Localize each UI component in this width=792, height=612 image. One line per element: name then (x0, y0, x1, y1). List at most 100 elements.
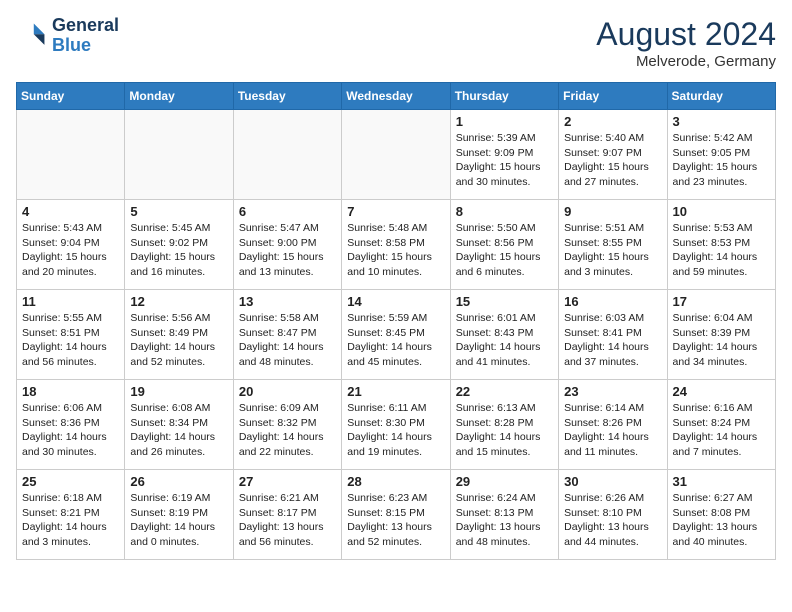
day-info: Sunrise: 6:19 AM Sunset: 8:19 PM Dayligh… (130, 491, 227, 550)
day-info: Sunrise: 5:55 AM Sunset: 8:51 PM Dayligh… (22, 311, 119, 370)
page-header: General Blue August 2024 Melverode, Germ… (16, 16, 776, 70)
day-number: 4 (22, 204, 119, 219)
weekday-header-wednesday: Wednesday (342, 83, 450, 110)
day-number: 3 (673, 114, 770, 129)
day-number: 12 (130, 294, 227, 309)
day-info: Sunrise: 5:43 AM Sunset: 9:04 PM Dayligh… (22, 221, 119, 280)
day-cell-25: 25Sunrise: 6:18 AM Sunset: 8:21 PM Dayli… (17, 470, 125, 560)
day-cell-24: 24Sunrise: 6:16 AM Sunset: 8:24 PM Dayli… (667, 380, 775, 470)
day-number: 25 (22, 474, 119, 489)
week-row-4: 18 Sunrise: 6:06 AM Sunset: 8:36 PM Dayli… (17, 380, 776, 470)
weekday-header-saturday: Saturday (667, 83, 775, 110)
day-number: 1 (456, 114, 553, 129)
day-cell-23: 23 Sunrise: 6:14 AM Sunset: 8:26 PM Dayli… (559, 380, 667, 470)
day-cell-8: 8 Sunrise: 5:50 AM Sunset: 8:56 PM Daylig… (450, 200, 558, 290)
day-info: Sunrise: 6:06 AM Sunset: 8:36 PM Dayligh… (22, 401, 119, 460)
day-info: Sunrise: 5:59 AM Sunset: 8:45 PM Dayligh… (347, 311, 444, 370)
day-number: 26 (130, 474, 227, 489)
day-info: Sunrise: 5:47 AM Sunset: 9:00 PM Dayligh… (239, 221, 336, 280)
day-number: 16 (564, 294, 661, 309)
week-row-3: 11Sunrise: 5:55 AM Sunset: 8:51 PM Dayli… (17, 290, 776, 380)
title-block: August 2024 Melverode, Germany (596, 16, 776, 70)
empty-cell (125, 110, 233, 200)
day-cell-28: 28 Sunrise: 6:23 AM Sunset: 8:15 PM Dayli… (342, 470, 450, 560)
day-number: 6 (239, 204, 336, 219)
day-cell-12: 12Sunrise: 5:56 AM Sunset: 8:49 PM Dayli… (125, 290, 233, 380)
day-cell-14: 14 Sunrise: 5:59 AM Sunset: 8:45 PM Dayli… (342, 290, 450, 380)
day-cell-6: 6 Sunrise: 5:47 AM Sunset: 9:00 PM Daylig… (233, 200, 341, 290)
location: Melverode, Germany (596, 53, 776, 70)
day-number: 21 (347, 384, 444, 399)
weekday-header-friday: Friday (559, 83, 667, 110)
day-number: 27 (239, 474, 336, 489)
day-info: Sunrise: 5:42 AM Sunset: 9:05 PM Dayligh… (673, 131, 770, 190)
day-cell-22: 22 Sunrise: 6:13 AM Sunset: 8:28 PM Dayli… (450, 380, 558, 470)
day-cell-1: 1 Sunrise: 5:39 AM Sunset: 9:09 PM Daylig… (450, 110, 558, 200)
day-info: Sunrise: 6:14 AM Sunset: 8:26 PM Dayligh… (564, 401, 661, 460)
day-cell-27: 27 Sunrise: 6:21 AM Sunset: 8:17 PM Dayli… (233, 470, 341, 560)
day-cell-7: 7 Sunrise: 5:48 AM Sunset: 8:58 PM Daylig… (342, 200, 450, 290)
weekday-header-monday: Monday (125, 83, 233, 110)
day-info: Sunrise: 6:11 AM Sunset: 8:30 PM Dayligh… (347, 401, 444, 460)
day-cell-29: 29Sunrise: 6:24 AM Sunset: 8:13 PM Dayli… (450, 470, 558, 560)
day-cell-30: 30Sunrise: 6:26 AM Sunset: 8:10 PM Dayli… (559, 470, 667, 560)
day-cell-19: 19Sunrise: 6:08 AM Sunset: 8:34 PM Dayli… (125, 380, 233, 470)
day-number: 31 (673, 474, 770, 489)
day-info: Sunrise: 6:09 AM Sunset: 8:32 PM Dayligh… (239, 401, 336, 460)
day-info: Sunrise: 6:23 AM Sunset: 8:15 PM Dayligh… (347, 491, 444, 550)
day-cell-4: 4 Sunrise: 5:43 AM Sunset: 9:04 PM Daylig… (17, 200, 125, 290)
day-info: Sunrise: 5:58 AM Sunset: 8:47 PM Dayligh… (239, 311, 336, 370)
empty-cell (233, 110, 341, 200)
day-info: Sunrise: 6:21 AM Sunset: 8:17 PM Dayligh… (239, 491, 336, 550)
empty-cell (17, 110, 125, 200)
logo-icon (16, 20, 48, 52)
day-cell-9: 9Sunrise: 5:51 AM Sunset: 8:55 PM Daylig… (559, 200, 667, 290)
empty-cell (342, 110, 450, 200)
day-info: Sunrise: 6:04 AM Sunset: 8:39 PM Dayligh… (673, 311, 770, 370)
day-number: 10 (673, 204, 770, 219)
weekday-header-tuesday: Tuesday (233, 83, 341, 110)
day-info: Sunrise: 5:40 AM Sunset: 9:07 PM Dayligh… (564, 131, 661, 190)
week-row-1: 1 Sunrise: 5:39 AM Sunset: 9:09 PM Daylig… (17, 110, 776, 200)
day-info: Sunrise: 5:50 AM Sunset: 8:56 PM Dayligh… (456, 221, 553, 280)
day-number: 7 (347, 204, 444, 219)
day-cell-26: 26 Sunrise: 6:19 AM Sunset: 8:19 PM Dayli… (125, 470, 233, 560)
day-number: 14 (347, 294, 444, 309)
day-cell-18: 18 Sunrise: 6:06 AM Sunset: 8:36 PM Dayli… (17, 380, 125, 470)
day-number: 8 (456, 204, 553, 219)
day-cell-16: 16 Sunrise: 6:03 AM Sunset: 8:41 PM Dayli… (559, 290, 667, 380)
day-number: 9 (564, 204, 661, 219)
day-number: 18 (22, 384, 119, 399)
day-cell-2: 2Sunrise: 5:40 AM Sunset: 9:07 PM Daylig… (559, 110, 667, 200)
day-number: 19 (130, 384, 227, 399)
day-number: 28 (347, 474, 444, 489)
logo: General Blue (16, 16, 119, 56)
day-cell-17: 17 Sunrise: 6:04 AM Sunset: 8:39 PM Dayli… (667, 290, 775, 380)
day-info: Sunrise: 5:48 AM Sunset: 8:58 PM Dayligh… (347, 221, 444, 280)
weekday-header-row: SundayMondayTuesdayWednesdayThursdayFrid… (17, 83, 776, 110)
weekday-header-sunday: Sunday (17, 83, 125, 110)
day-info: Sunrise: 6:01 AM Sunset: 8:43 PM Dayligh… (456, 311, 553, 370)
month-year: August 2024 (596, 16, 776, 53)
day-cell-11: 11Sunrise: 5:55 AM Sunset: 8:51 PM Dayli… (17, 290, 125, 380)
day-cell-13: 13 Sunrise: 5:58 AM Sunset: 8:47 PM Dayli… (233, 290, 341, 380)
calendar: SundayMondayTuesdayWednesdayThursdayFrid… (16, 82, 776, 560)
logo-text: General Blue (52, 16, 119, 56)
day-info: Sunrise: 6:27 AM Sunset: 8:08 PM Dayligh… (673, 491, 770, 550)
day-number: 13 (239, 294, 336, 309)
day-number: 20 (239, 384, 336, 399)
day-number: 24 (673, 384, 770, 399)
day-info: Sunrise: 6:03 AM Sunset: 8:41 PM Dayligh… (564, 311, 661, 370)
day-number: 17 (673, 294, 770, 309)
day-cell-10: 10 Sunrise: 5:53 AM Sunset: 8:53 PM Dayli… (667, 200, 775, 290)
day-cell-20: 20 Sunrise: 6:09 AM Sunset: 8:32 PM Dayli… (233, 380, 341, 470)
day-info: Sunrise: 5:39 AM Sunset: 9:09 PM Dayligh… (456, 131, 553, 190)
day-info: Sunrise: 6:26 AM Sunset: 8:10 PM Dayligh… (564, 491, 661, 550)
day-info: Sunrise: 6:13 AM Sunset: 8:28 PM Dayligh… (456, 401, 553, 460)
day-number: 23 (564, 384, 661, 399)
day-number: 29 (456, 474, 553, 489)
day-number: 22 (456, 384, 553, 399)
day-info: Sunrise: 5:53 AM Sunset: 8:53 PM Dayligh… (673, 221, 770, 280)
weekday-header-thursday: Thursday (450, 83, 558, 110)
day-cell-3: 3 Sunrise: 5:42 AM Sunset: 9:05 PM Daylig… (667, 110, 775, 200)
